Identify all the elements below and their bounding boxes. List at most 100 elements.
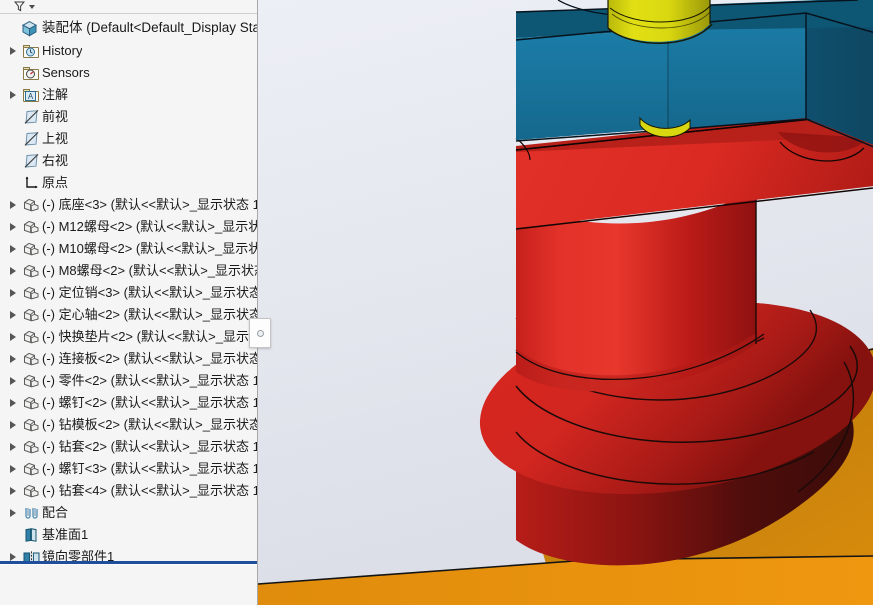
- assembly-title-label: 装配体 (Default<Default_Display State-1>: [42, 20, 257, 35]
- expand-caret-icon[interactable]: [6, 443, 20, 451]
- expand-caret-icon[interactable]: [6, 355, 20, 363]
- tree-item[interactable]: (-) 底座<3> (默认<<默认>_显示状态 1: [0, 194, 257, 216]
- chevron-down-icon[interactable]: [29, 4, 35, 9]
- tree-item[interactable]: (-) 螺钉<2> (默认<<默认>_显示状态 1: [0, 392, 257, 414]
- tree-item[interactable]: (-) 定心轴<2> (默认<<默认>_显示状态: [0, 304, 257, 326]
- tree-item-label: 前视: [42, 109, 69, 124]
- part-icon: [20, 220, 42, 234]
- tree-item-label: (-) 钻套<4> (默认<<默认>_显示状态 1: [42, 483, 257, 498]
- expand-caret-icon[interactable]: [6, 289, 20, 297]
- tree-item-assembly-root[interactable]: 装配体 (Default<Default_Display State-1>: [0, 16, 257, 40]
- funnel-icon[interactable]: [14, 1, 25, 12]
- tree-item[interactable]: (-) 连接板<2> (默认<<默认>_显示状态: [0, 348, 257, 370]
- part-icon: [20, 286, 42, 300]
- part-icon: [20, 396, 42, 410]
- expand-caret-icon[interactable]: [6, 487, 20, 495]
- plane-icon: [20, 154, 42, 168]
- folder-sensors-icon: [20, 66, 42, 80]
- expand-caret-icon[interactable]: [6, 311, 20, 319]
- tree-item-label: (-) 钻模板<2> (默认<<默认>_显示状态: [42, 417, 257, 432]
- mates-icon: [20, 507, 42, 520]
- tree-item[interactable]: 上视: [0, 128, 257, 150]
- feature-manager-panel: 装配体 (Default<Default_Display State-1> Hi…: [0, 0, 258, 605]
- feature-manager-toolbar: [0, 0, 257, 14]
- plane-icon: [20, 110, 42, 124]
- tree-item-label: (-) 零件<2> (默认<<默认>_显示状态 1: [42, 373, 257, 388]
- expand-caret-icon[interactable]: [6, 553, 20, 561]
- part-icon: [20, 462, 42, 476]
- folder-history-icon: [20, 44, 42, 58]
- tree-item-label: 上视: [42, 131, 69, 146]
- part-icon: [20, 484, 42, 498]
- expand-caret-icon[interactable]: [6, 201, 20, 209]
- model-render: [258, 0, 873, 605]
- expand-caret-icon[interactable]: [6, 91, 20, 99]
- assembly-icon: [16, 20, 42, 37]
- 3d-graphics-area[interactable]: [258, 0, 873, 605]
- part-icon: [20, 308, 42, 322]
- expand-caret-icon[interactable]: [6, 47, 20, 55]
- expand-caret-icon[interactable]: [6, 421, 20, 429]
- expand-caret-icon[interactable]: [6, 465, 20, 473]
- circle-handle-icon: [256, 329, 264, 337]
- expand-caret-icon[interactable]: [6, 267, 20, 275]
- feature-tree: 装配体 (Default<Default_Display State-1> Hi…: [0, 14, 257, 568]
- tree-item-label: 注解: [42, 87, 69, 102]
- tree-item-label: (-) M10螺母<2> (默认<<默认>_显示状: [42, 241, 257, 256]
- tree-item[interactable]: 前视: [0, 106, 257, 128]
- svg-text:A: A: [28, 92, 34, 101]
- tree-item-label: (-) 快换垫片<2> (默认<<默认>_显示状: [42, 329, 257, 344]
- part-icon: [20, 330, 42, 344]
- part-icon: [20, 264, 42, 278]
- tree-item[interactable]: (-) M12螺母<2> (默认<<默认>_显示状: [0, 216, 257, 238]
- tree-item[interactable]: A 注解: [0, 84, 257, 106]
- tree-item-label: (-) 定心轴<2> (默认<<默认>_显示状态: [42, 307, 257, 322]
- tree-item-label: (-) 连接板<2> (默认<<默认>_显示状态: [42, 351, 257, 366]
- expand-caret-icon[interactable]: [6, 399, 20, 407]
- expand-caret-icon[interactable]: [6, 245, 20, 253]
- solidworks-window: 装配体 (Default<Default_Display State-1> Hi…: [0, 0, 873, 605]
- tree-item-label: (-) 螺钉<2> (默认<<默认>_显示状态 1: [42, 395, 257, 410]
- part-icon: [20, 198, 42, 212]
- tree-item[interactable]: 配合: [0, 502, 257, 524]
- part-icon: [20, 374, 42, 388]
- tree-item[interactable]: 右视: [0, 150, 257, 172]
- tree-item-label: 基准面1: [42, 527, 89, 542]
- part-icon: [20, 242, 42, 256]
- expand-caret-icon[interactable]: [6, 333, 20, 341]
- tree-item[interactable]: (-) 螺钉<3> (默认<<默认>_显示状态 1: [0, 458, 257, 480]
- plane-icon: [20, 132, 42, 146]
- datum-plane-icon: [20, 528, 42, 542]
- tree-item-label: (-) M8螺母<2> (默认<<默认>_显示状态: [42, 263, 257, 278]
- tree-footer-area: [0, 564, 257, 605]
- tree-item-label: History: [42, 43, 83, 58]
- tree-item[interactable]: Sensors: [0, 62, 257, 84]
- part-icon: [20, 352, 42, 366]
- tree-item-label: (-) 螺钉<3> (默认<<默认>_显示状态 1: [42, 461, 257, 476]
- flyout-toolbar-handle[interactable]: [249, 318, 271, 348]
- origin-icon: [20, 176, 42, 190]
- tree-item[interactable]: History: [0, 40, 257, 62]
- tree-rows: History Sensors A 注解前视上视右视 原点 (-) 底座<3> (默认<<…: [0, 40, 257, 568]
- part-icon: [20, 418, 42, 432]
- tree-item-label: 配合: [42, 505, 69, 520]
- tree-item[interactable]: 基准面1: [0, 524, 257, 546]
- tree-item-label: (-) 定位销<3> (默认<<默认>_显示状态: [42, 285, 257, 300]
- part-icon: [20, 440, 42, 454]
- tree-item[interactable]: (-) 定位销<3> (默认<<默认>_显示状态: [0, 282, 257, 304]
- tree-item[interactable]: (-) M10螺母<2> (默认<<默认>_显示状: [0, 238, 257, 260]
- tree-item[interactable]: (-) 钻套<2> (默认<<默认>_显示状态 1: [0, 436, 257, 458]
- tree-item[interactable]: (-) 钻套<4> (默认<<默认>_显示状态 1: [0, 480, 257, 502]
- tree-item[interactable]: (-) 零件<2> (默认<<默认>_显示状态 1: [0, 370, 257, 392]
- tree-item-label: Sensors: [42, 65, 90, 80]
- expand-caret-icon[interactable]: [6, 377, 20, 385]
- tree-item-label: (-) 钻套<2> (默认<<默认>_显示状态 1: [42, 439, 257, 454]
- folder-annotations-icon: A: [20, 88, 42, 102]
- tree-item[interactable]: (-) 钻模板<2> (默认<<默认>_显示状态: [0, 414, 257, 436]
- tree-item[interactable]: 原点: [0, 172, 257, 194]
- tree-item-label: (-) M12螺母<2> (默认<<默认>_显示状: [42, 219, 257, 234]
- tree-item[interactable]: (-) 快换垫片<2> (默认<<默认>_显示状: [0, 326, 257, 348]
- expand-caret-icon[interactable]: [6, 509, 20, 517]
- expand-caret-icon[interactable]: [6, 223, 20, 231]
- tree-item[interactable]: (-) M8螺母<2> (默认<<默认>_显示状态: [0, 260, 257, 282]
